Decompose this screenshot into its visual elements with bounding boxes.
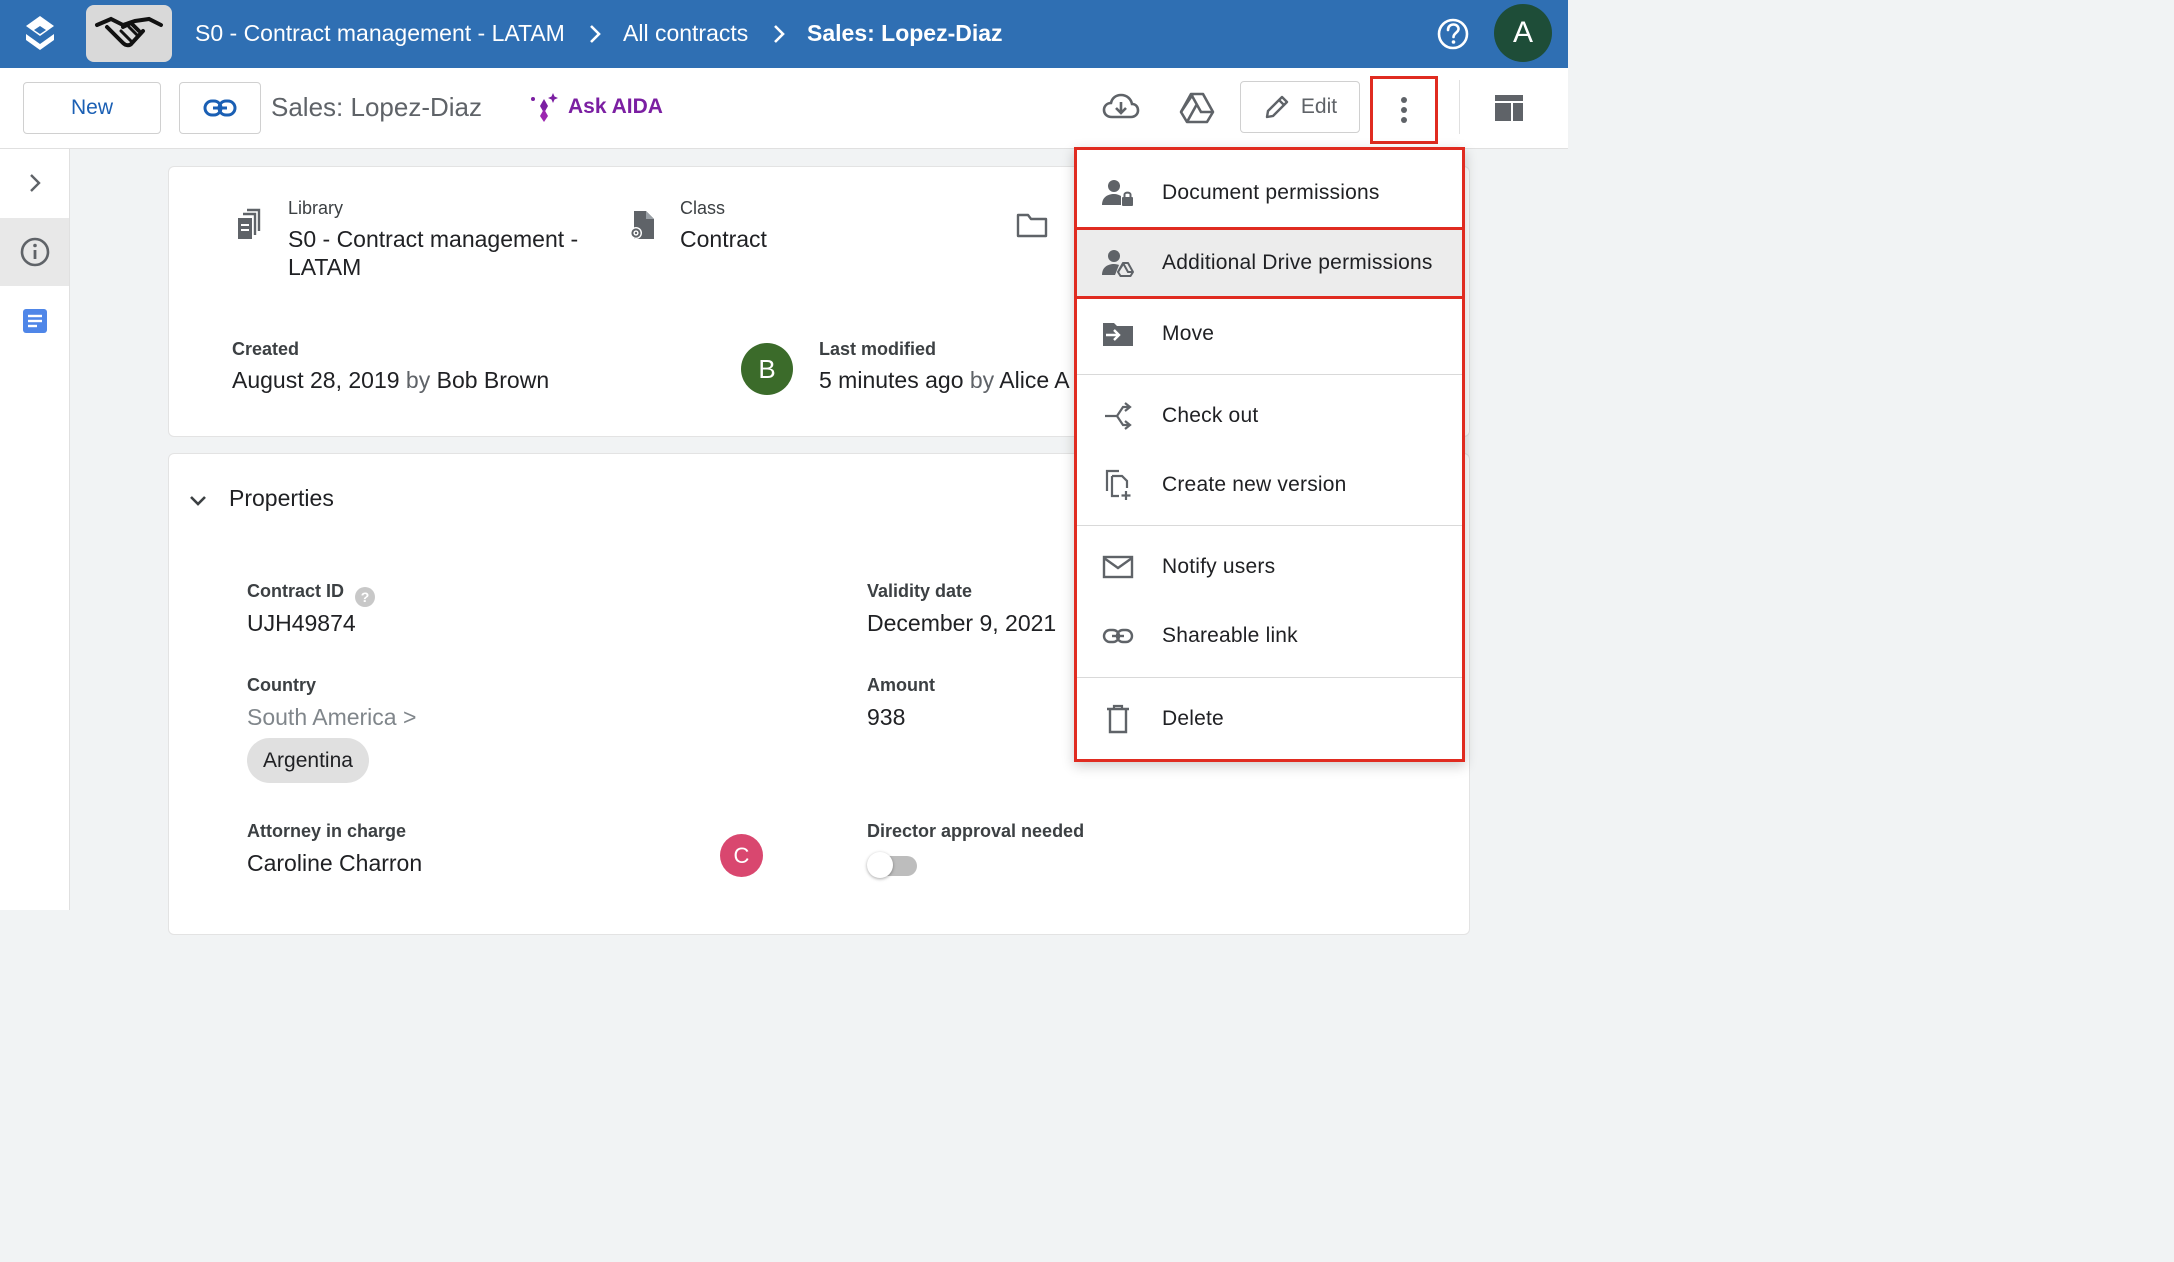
copy-link-button[interactable] bbox=[179, 82, 261, 134]
amount-label: Amount bbox=[867, 675, 935, 695]
library-value[interactable]: S0 - Contract management - LATAM bbox=[288, 225, 588, 281]
ask-aida-button[interactable]: Ask AIDA bbox=[528, 92, 663, 122]
new-button[interactable]: New bbox=[23, 82, 161, 134]
folder-icon[interactable] bbox=[1016, 212, 1048, 238]
document-toolbar: New Sales: Lopez-Diaz Ask AIDA Edit bbox=[0, 68, 1568, 149]
amount-value: 938 bbox=[867, 704, 906, 730]
menu-item-check-out[interactable]: Check out bbox=[1077, 381, 1462, 450]
sparkle-icon bbox=[531, 93, 558, 122]
toolbar-divider bbox=[1459, 80, 1460, 134]
help-icon[interactable] bbox=[1434, 15, 1472, 53]
more-options-menu: Document permissions Additional Drive pe… bbox=[1074, 147, 1465, 762]
attorney-label: Attorney in charge bbox=[247, 821, 407, 841]
library-icon bbox=[235, 208, 267, 242]
class-value: Contract bbox=[680, 226, 767, 252]
top-app-bar: S0 - Contract management - LATAM All con… bbox=[0, 0, 1568, 68]
contract-id-value: UJH49874 bbox=[247, 610, 356, 636]
modified-label: Last modified bbox=[819, 339, 937, 359]
menu-item-label: Move bbox=[1162, 321, 1215, 345]
breadcrumb-all-contracts[interactable]: All contracts bbox=[623, 0, 748, 68]
edit-label: Edit bbox=[1300, 95, 1338, 118]
class-label: Class bbox=[680, 198, 726, 218]
menu-item-label: Create new version bbox=[1162, 472, 1347, 496]
menu-item-document-permissions[interactable]: Document permissions bbox=[1077, 158, 1462, 230]
info-tab[interactable] bbox=[0, 218, 69, 286]
left-navigation-rail bbox=[0, 149, 70, 910]
download-cloud-icon[interactable] bbox=[1101, 88, 1141, 128]
director-approval-label: Director approval needed bbox=[867, 821, 1085, 841]
ask-aida-label: Ask AIDA bbox=[568, 95, 663, 118]
menu-item-additional-drive-permissions[interactable]: Additional Drive permissions bbox=[1077, 227, 1462, 299]
menu-item-label: Shareable link bbox=[1162, 623, 1298, 647]
more-options-button[interactable] bbox=[1370, 76, 1438, 144]
validity-date-value: December 9, 2021 bbox=[867, 610, 1057, 636]
created-by-word: by bbox=[405, 367, 431, 393]
menu-item-label: Check out bbox=[1162, 403, 1259, 427]
menu-item-shareable-link[interactable]: Shareable link bbox=[1077, 601, 1462, 670]
new-version-icon bbox=[1101, 468, 1135, 502]
contract-id-help-icon[interactable]: ? bbox=[355, 587, 375, 607]
country-path: South America > bbox=[247, 704, 417, 730]
created-value: August 28, 2019 by Bob Brown bbox=[232, 367, 549, 394]
link-icon bbox=[1101, 619, 1135, 653]
library-label: Library bbox=[288, 198, 344, 218]
user-avatar[interactable]: A bbox=[1494, 4, 1552, 62]
modified-by-word: by bbox=[969, 367, 995, 393]
toggle-thumb bbox=[867, 852, 893, 878]
breadcrumb-library[interactable]: S0 - Contract management - LATAM bbox=[195, 0, 565, 68]
contract-id-label: Contract ID bbox=[247, 581, 345, 601]
link-icon bbox=[203, 99, 237, 117]
created-label: Created bbox=[232, 339, 300, 359]
created-by-name: Bob Brown bbox=[436, 367, 550, 393]
person-lock-icon bbox=[1101, 176, 1135, 210]
menu-item-label: Delete bbox=[1162, 706, 1224, 730]
details-panel-layout-icon[interactable] bbox=[1494, 94, 1524, 122]
director-approval-toggle[interactable] bbox=[867, 851, 919, 879]
menu-item-label: Document permissions bbox=[1162, 180, 1380, 204]
validity-date-label: Validity date bbox=[867, 581, 973, 601]
library-thumbnail-handshake-icon[interactable] bbox=[86, 5, 172, 62]
folder-move-icon bbox=[1101, 317, 1135, 351]
country-label: Country bbox=[247, 675, 316, 695]
country-chip[interactable]: Argentina bbox=[247, 738, 369, 783]
menu-item-label: Additional Drive permissions bbox=[1162, 251, 1433, 274]
edit-button[interactable]: Edit bbox=[1240, 81, 1360, 133]
properties-section-title[interactable]: Properties bbox=[229, 485, 334, 512]
modified-date: 5 minutes ago bbox=[819, 367, 964, 393]
class-icon bbox=[628, 209, 658, 241]
menu-separator bbox=[1077, 374, 1462, 375]
attorney-value: Caroline Charron bbox=[247, 850, 423, 876]
trash-icon bbox=[1101, 702, 1135, 736]
document-lines-icon bbox=[22, 309, 47, 333]
modifier-avatar: B bbox=[741, 343, 793, 395]
chevron-right-icon bbox=[768, 22, 790, 46]
google-drive-icon[interactable] bbox=[1177, 88, 1217, 128]
more-vert-icon bbox=[1401, 97, 1407, 123]
document-title: Sales: Lopez-Diaz bbox=[271, 92, 482, 122]
app-logo-icon[interactable] bbox=[22, 14, 58, 54]
menu-item-label: Notify users bbox=[1162, 554, 1276, 578]
attorney-avatar: C bbox=[720, 834, 763, 877]
menu-item-notify-users[interactable]: Notify users bbox=[1077, 532, 1462, 601]
chevron-right-icon bbox=[584, 22, 606, 46]
person-drive-icon bbox=[1101, 246, 1135, 280]
menu-item-delete[interactable]: Delete bbox=[1077, 684, 1462, 753]
expand-panel-button[interactable] bbox=[0, 149, 69, 217]
created-date: August 28, 2019 bbox=[232, 367, 400, 393]
modified-value: 5 minutes ago by Alice A bbox=[819, 367, 1070, 394]
menu-separator bbox=[1077, 677, 1462, 678]
check-out-icon bbox=[1101, 399, 1135, 433]
breadcrumb-current-document: Sales: Lopez-Diaz bbox=[807, 20, 1003, 46]
info-icon bbox=[20, 237, 49, 267]
pencil-icon bbox=[1265, 95, 1289, 119]
menu-item-move[interactable]: Move bbox=[1077, 299, 1462, 368]
modified-by-name: Alice A bbox=[999, 367, 1070, 393]
collapse-properties-chevron-icon[interactable] bbox=[186, 489, 210, 513]
menu-item-create-new-version[interactable]: Create new version bbox=[1077, 450, 1462, 519]
chevron-right-icon bbox=[29, 174, 41, 192]
mail-icon bbox=[1101, 550, 1135, 584]
menu-separator bbox=[1077, 525, 1462, 526]
document-tab[interactable] bbox=[0, 287, 69, 355]
